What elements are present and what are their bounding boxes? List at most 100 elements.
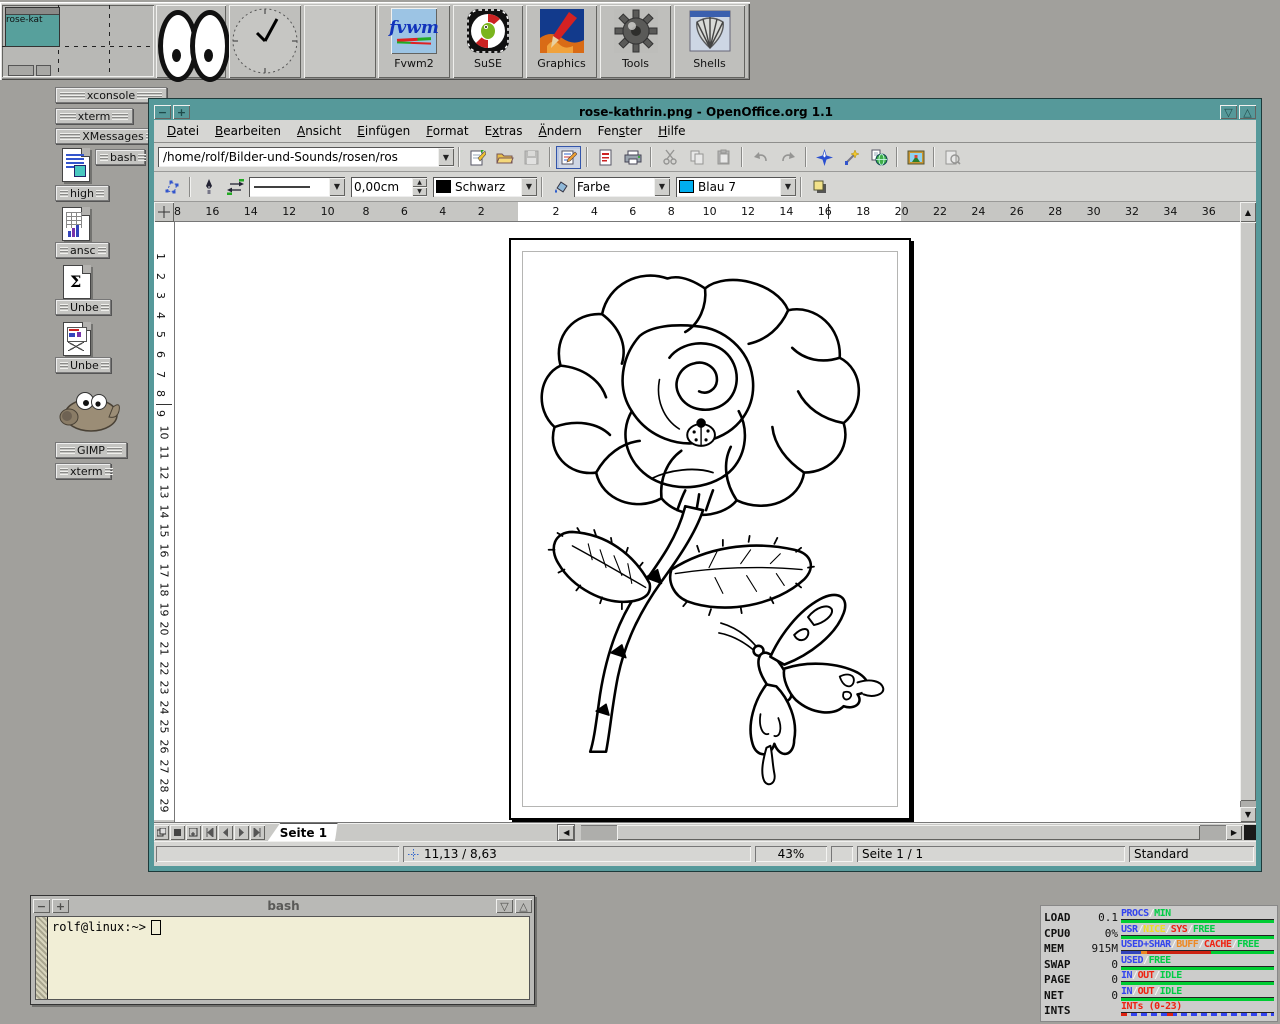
spreadsheet-document-icon[interactable] bbox=[62, 207, 90, 241]
export-pdf-button[interactable] bbox=[593, 146, 618, 169]
menu-item-einfgen[interactable]: Einfügen bbox=[350, 122, 417, 140]
master-view-mode-button[interactable] bbox=[170, 825, 185, 840]
launcher-graphics[interactable]: Graphics bbox=[526, 5, 597, 78]
layer-view-mode-button[interactable] bbox=[186, 825, 201, 840]
data-sources-button[interactable] bbox=[940, 146, 965, 169]
document-page[interactable] bbox=[509, 238, 911, 820]
menu-item-ansicht[interactable]: Ansicht bbox=[290, 122, 348, 140]
fill-color-combobox[interactable]: Blau 7 ▼ bbox=[676, 177, 796, 197]
cut-button[interactable] bbox=[657, 146, 682, 169]
last-page-button[interactable] bbox=[250, 825, 265, 840]
page-tab-seite1[interactable]: Seite 1 bbox=[268, 823, 340, 841]
xosview-system-monitor[interactable]: LOAD0.1PROCS/MINCPU00%USR/NICE/SYS/FREEM… bbox=[1040, 905, 1278, 1022]
next-page-button[interactable] bbox=[234, 825, 249, 840]
horizontal-scrollbar-thumb[interactable] bbox=[617, 825, 1200, 840]
page-view-mode-button[interactable] bbox=[154, 825, 169, 840]
window-menu-button[interactable]: − bbox=[154, 105, 171, 119]
bash-terminal-window[interactable]: − + bash ▽ △ rolf@linux:~> bbox=[30, 895, 535, 1005]
scroll-right-button[interactable]: ▶ bbox=[1226, 825, 1242, 840]
clock-applet[interactable] bbox=[229, 5, 301, 78]
redo-button[interactable] bbox=[775, 146, 800, 169]
gimp-wilber-icon[interactable] bbox=[55, 383, 121, 435]
window-iconify-button[interactable]: ▽ bbox=[496, 899, 513, 913]
horizontal-scrollbar[interactable] bbox=[581, 825, 1226, 840]
scroll-left-button[interactable]: ◀ bbox=[557, 824, 575, 841]
paste-button[interactable] bbox=[711, 146, 736, 169]
horizontal-ruler[interactable]: 1816141210864224681012141618202224262830… bbox=[174, 202, 1240, 222]
spin-down-button[interactable]: ▼ bbox=[412, 187, 427, 196]
edit-file-button[interactable] bbox=[556, 146, 581, 169]
first-page-button[interactable] bbox=[202, 825, 217, 840]
hyperlink-button[interactable] bbox=[866, 146, 891, 169]
desktop-icon-high[interactable]: high bbox=[55, 185, 109, 201]
desktop-icon-xterm2[interactable]: xterm bbox=[55, 463, 111, 479]
ruler-origin-box[interactable] bbox=[154, 202, 174, 222]
desktop-icon-ansc[interactable]: ansc bbox=[55, 242, 109, 258]
arrow-style-button[interactable] bbox=[223, 175, 248, 198]
menu-item-ndern[interactable]: Ändern bbox=[532, 122, 589, 140]
launcher-suse[interactable]: SuSE bbox=[453, 5, 523, 78]
desktop-icon-bash[interactable]: bash bbox=[95, 149, 145, 165]
formula-document-icon[interactable]: Σ bbox=[63, 265, 91, 299]
launcher-shells[interactable]: Shells bbox=[674, 5, 745, 78]
menu-item-hilfe[interactable]: Hilfe bbox=[651, 122, 692, 140]
line-color-dropdown-button[interactable]: ▼ bbox=[521, 178, 537, 196]
gallery-button[interactable] bbox=[903, 146, 928, 169]
previous-page-button[interactable] bbox=[218, 825, 233, 840]
window-move-button[interactable]: + bbox=[173, 105, 190, 119]
launcher-tools[interactable]: Tools bbox=[600, 5, 671, 78]
window-maximize-button[interactable]: △ bbox=[515, 899, 532, 913]
pager-mini-window[interactable] bbox=[36, 65, 51, 76]
window-move-button[interactable]: + bbox=[52, 899, 69, 913]
save-document-button[interactable] bbox=[519, 146, 544, 169]
pager-mini-window[interactable] bbox=[8, 65, 34, 76]
desktop-icon-gimp[interactable]: GIMP bbox=[55, 442, 127, 458]
terminal-scrollbar[interactable] bbox=[36, 917, 48, 999]
desktop-icon-unbenannt2[interactable]: Unbe bbox=[55, 357, 111, 373]
scroll-up-button[interactable]: ▲ bbox=[1240, 202, 1256, 222]
window-resize-corner[interactable] bbox=[1244, 825, 1256, 840]
line-width-spinbox[interactable]: 0,00cm ▲ ▼ bbox=[351, 177, 427, 197]
vertical-scrollbar-thumb[interactable] bbox=[1240, 222, 1256, 801]
stylist-button[interactable] bbox=[839, 146, 864, 169]
text-document-icon[interactable] bbox=[62, 148, 90, 182]
line-style-dropdown-button[interactable]: ▼ bbox=[329, 178, 345, 196]
xeyes-applet[interactable] bbox=[156, 5, 226, 78]
launcher-fvwm2[interactable]: fvwm Fvwm2 bbox=[378, 5, 450, 78]
undo-button[interactable] bbox=[748, 146, 773, 169]
fill-style-dropdown-button[interactable]: ▼ bbox=[654, 178, 670, 196]
drawing-canvas[interactable] bbox=[175, 222, 1240, 822]
document-url-input[interactable] bbox=[161, 148, 438, 166]
desktop-icon-unbenannt1[interactable]: Unbe bbox=[55, 299, 111, 315]
menu-item-fenster[interactable]: Fenster bbox=[591, 122, 650, 140]
fill-dialog-button[interactable] bbox=[548, 175, 573, 198]
line-color-combobox[interactable]: Schwarz ▼ bbox=[433, 177, 537, 197]
vertical-ruler[interactable]: 1234567891011121314151617181920212223242… bbox=[154, 222, 175, 822]
window-titlebar[interactable]: − + rose-kathrin.png - OpenOffice.org 1.… bbox=[154, 104, 1256, 120]
terminal-text[interactable]: rolf@linux:~> bbox=[48, 917, 165, 999]
spin-up-button[interactable]: ▲ bbox=[412, 178, 427, 187]
window-iconify-button[interactable]: ▽ bbox=[1220, 105, 1237, 119]
scroll-down-button[interactable]: ▼ bbox=[1240, 807, 1256, 822]
document-url-combobox[interactable]: ▼ bbox=[158, 147, 454, 167]
edit-points-button[interactable] bbox=[159, 175, 184, 198]
line-style-combobox[interactable]: ▼ bbox=[249, 177, 345, 197]
desktop-pager[interactable]: rose-kat bbox=[2, 5, 154, 77]
copy-button[interactable] bbox=[684, 146, 709, 169]
status-zoom-cell[interactable]: 43% bbox=[755, 846, 827, 862]
empty-panel-button[interactable] bbox=[304, 5, 376, 78]
shadow-button[interactable] bbox=[807, 175, 832, 198]
terminal-viewport[interactable]: rolf@linux:~> bbox=[35, 916, 530, 1000]
url-dropdown-button[interactable]: ▼ bbox=[438, 148, 454, 166]
vertical-scrollbar[interactable]: ▼ bbox=[1240, 222, 1256, 822]
terminal-titlebar[interactable]: − + bash ▽ △ bbox=[33, 898, 532, 914]
pager-mini-window[interactable]: rose-kat bbox=[5, 7, 60, 47]
navigator-button[interactable] bbox=[812, 146, 837, 169]
menu-item-datei[interactable]: Datei bbox=[160, 122, 206, 140]
window-menu-button[interactable]: − bbox=[33, 899, 50, 913]
menu-item-bearbeiten[interactable]: Bearbeiten bbox=[208, 122, 288, 140]
desktop-icon-xterm[interactable]: xterm bbox=[55, 108, 133, 124]
presentation-document-icon[interactable] bbox=[63, 322, 91, 356]
new-document-button[interactable] bbox=[465, 146, 490, 169]
line-dialog-button[interactable] bbox=[196, 175, 221, 198]
